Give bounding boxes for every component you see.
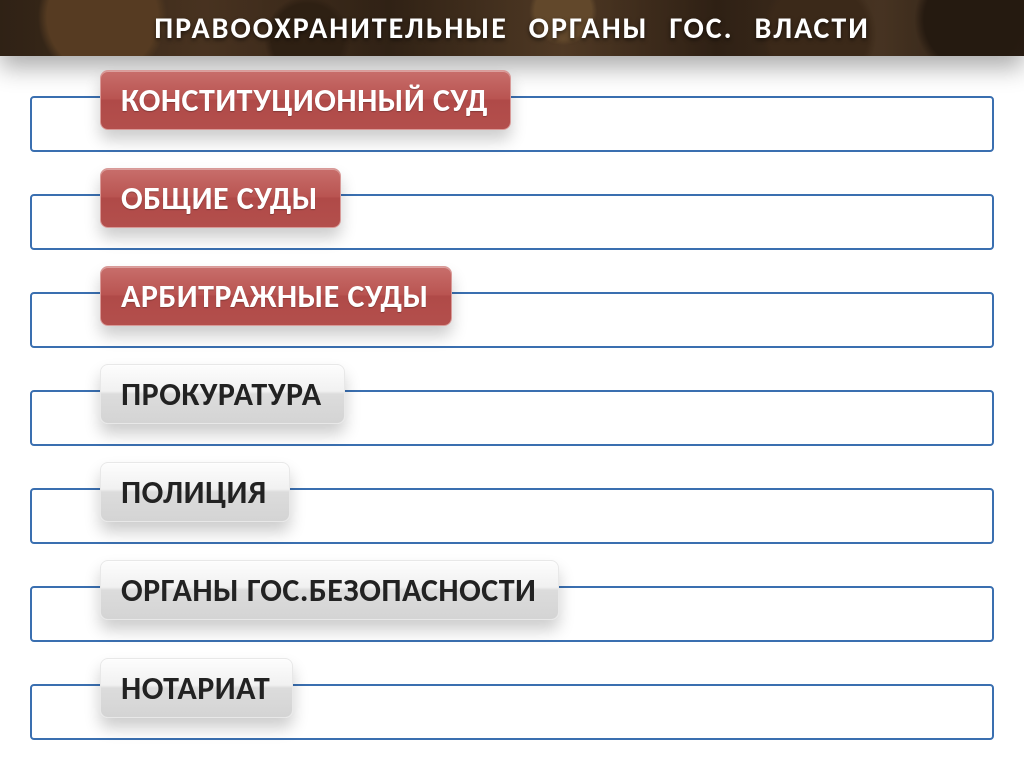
slide-title: ПРАВООХРАНИТЕЛЬНЫЕ ОРГАНЫ ГОС. ВЛАСТИ [0, 0, 1024, 56]
item-pill: ПОЛИЦИЯ [100, 462, 290, 522]
item-pill: ПРОКУРАТУРА [100, 364, 345, 424]
items-list: КОНСТИТУЦИОННЫЙ СУД ОБЩИЕ СУДЫ АРБИТРАЖН… [0, 56, 1024, 767]
item-label: ПОЛИЦИЯ [121, 473, 267, 512]
list-item: КОНСТИТУЦИОННЫЙ СУД [30, 70, 994, 152]
item-label: НОТАРИАТ [121, 669, 270, 708]
item-label: ОРГАНЫ ГОС.БЕЗОПАСНОСТИ [121, 571, 536, 610]
list-item: НОТАРИАТ [30, 658, 994, 740]
item-pill: НОТАРИАТ [100, 658, 293, 718]
item-pill: КОНСТИТУЦИОННЫЙ СУД [100, 70, 511, 130]
item-pill: ОБЩИЕ СУДЫ [100, 168, 341, 228]
item-label: КОНСТИТУЦИОННЫЙ СУД [121, 81, 488, 120]
slide: ПРАВООХРАНИТЕЛЬНЫЕ ОРГАНЫ ГОС. ВЛАСТИ КО… [0, 0, 1024, 767]
item-label: АРБИТРАЖНЫЕ СУДЫ [121, 277, 429, 316]
list-item: ПРОКУРАТУРА [30, 364, 994, 446]
list-item: АРБИТРАЖНЫЕ СУДЫ [30, 266, 994, 348]
list-item: ПОЛИЦИЯ [30, 462, 994, 544]
list-item: ОБЩИЕ СУДЫ [30, 168, 994, 250]
item-label: ПРОКУРАТУРА [121, 375, 322, 414]
slide-header: ПРАВООХРАНИТЕЛЬНЫЕ ОРГАНЫ ГОС. ВЛАСТИ [0, 0, 1024, 56]
item-pill: АРБИТРАЖНЫЕ СУДЫ [100, 266, 452, 326]
item-pill: ОРГАНЫ ГОС.БЕЗОПАСНОСТИ [100, 560, 559, 620]
list-item: ОРГАНЫ ГОС.БЕЗОПАСНОСТИ [30, 560, 994, 642]
item-label: ОБЩИЕ СУДЫ [121, 179, 318, 218]
